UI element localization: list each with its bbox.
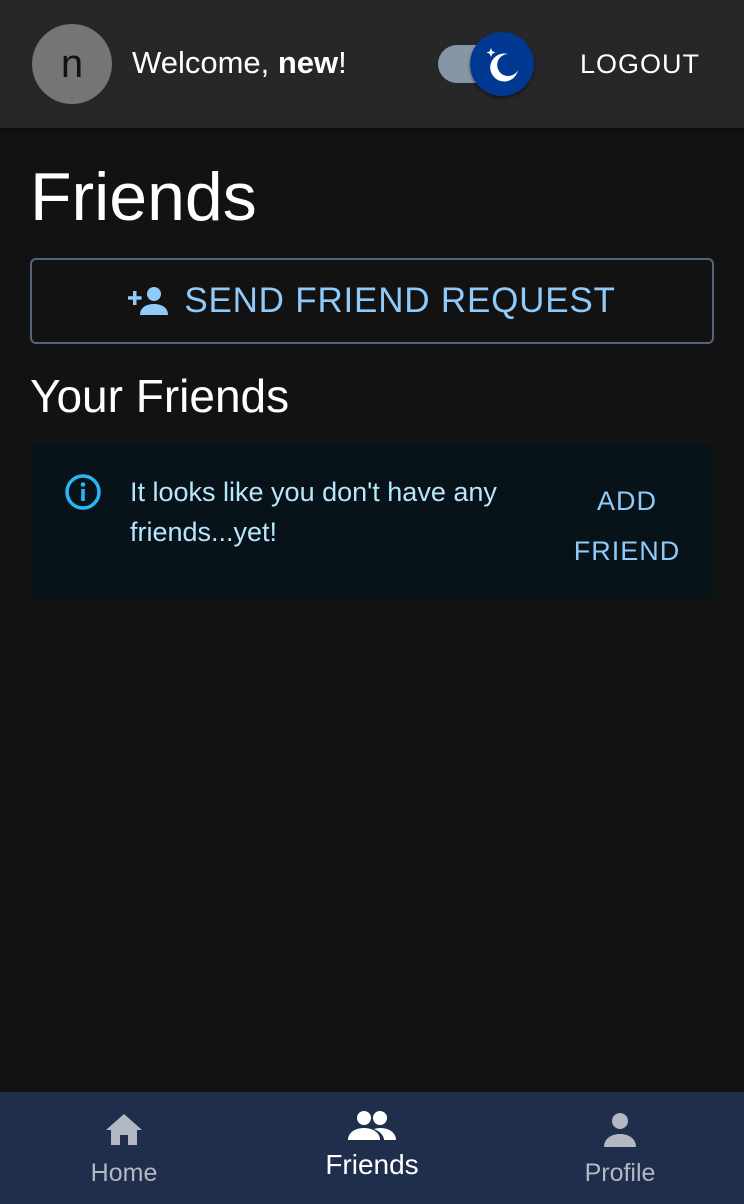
logout-button[interactable]: LOGOUT bbox=[566, 40, 714, 88]
nav-item-profile[interactable]: Profile bbox=[496, 1092, 744, 1204]
home-icon bbox=[106, 1114, 142, 1145]
welcome-prefix: Welcome, bbox=[132, 45, 278, 80]
send-friend-request-button[interactable]: SEND FRIEND REQUEST bbox=[30, 258, 714, 344]
bottom-navigation: Home Friends Profile bbox=[0, 1092, 744, 1204]
add-friend-button[interactable]: ADD FRIEND bbox=[566, 476, 688, 576]
moon-icon bbox=[486, 48, 518, 82]
welcome-message: Welcome, new! bbox=[132, 44, 347, 82]
nav-label-home: Home bbox=[90, 1159, 158, 1187]
section-title: Your Friends bbox=[30, 370, 290, 422]
person-add-icon bbox=[128, 287, 169, 315]
person-icon bbox=[604, 1113, 636, 1147]
info-icon bbox=[65, 474, 101, 510]
welcome-suffix: ! bbox=[338, 45, 347, 80]
theme-toggle-thumb bbox=[470, 32, 534, 96]
nav-item-friends[interactable]: Friends bbox=[248, 1092, 496, 1204]
username: new bbox=[277, 45, 339, 80]
nav-label-profile: Profile bbox=[584, 1159, 656, 1187]
app-bar: n Welcome, new! LOGOUT bbox=[0, 0, 744, 128]
alert-message: It looks like you don't have any friends… bbox=[130, 477, 497, 547]
nav-item-home[interactable]: Home bbox=[0, 1092, 248, 1204]
page-title: Friends bbox=[30, 159, 257, 235]
send-friend-request-label: SEND FRIEND REQUEST bbox=[184, 281, 616, 320]
nav-label-friends: Friends bbox=[325, 1149, 419, 1180]
avatar: n bbox=[32, 24, 112, 104]
info-alert: It looks like you don't have any friends… bbox=[30, 444, 714, 598]
theme-toggle[interactable] bbox=[438, 32, 536, 98]
friends-icon bbox=[348, 1111, 396, 1140]
